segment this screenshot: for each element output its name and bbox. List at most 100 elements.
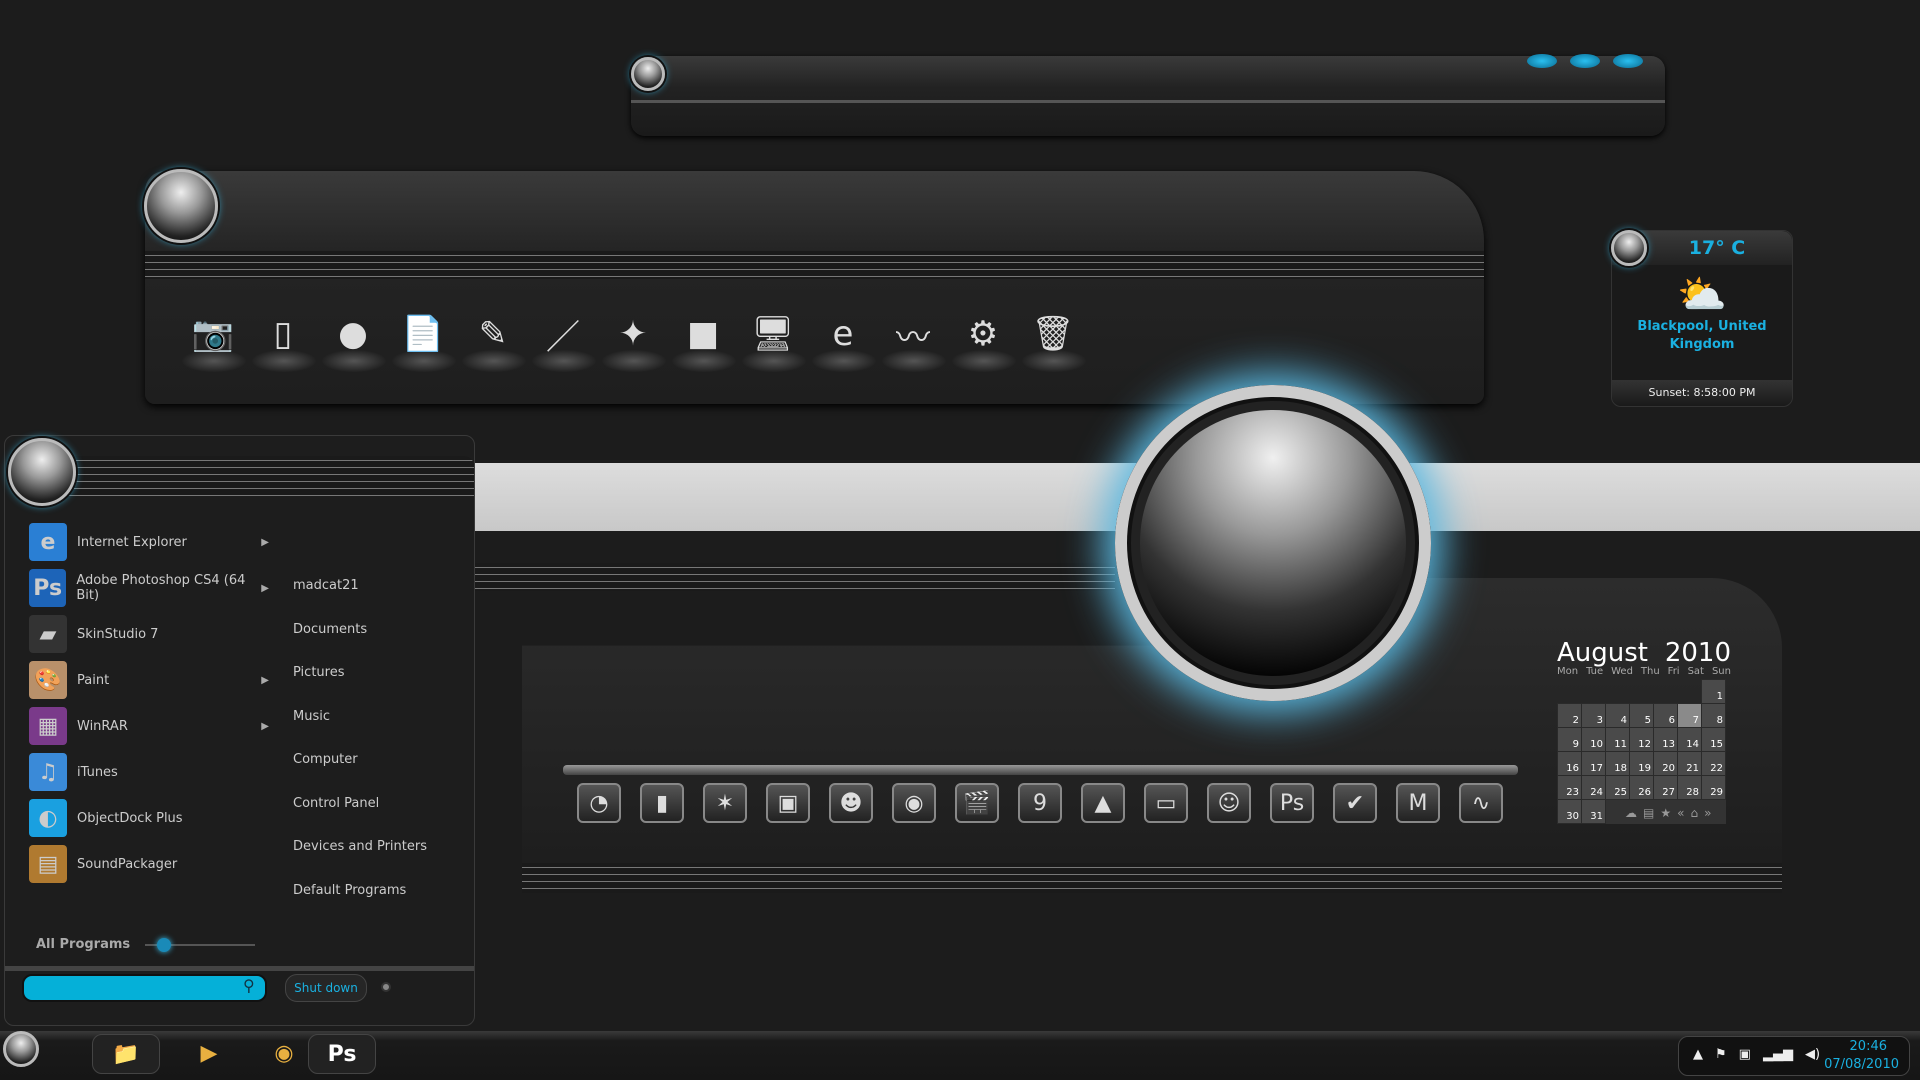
shuriken-icon[interactable]: ✦ <box>604 305 662 363</box>
notepad-icon[interactable]: 📄 <box>394 305 452 363</box>
menu-item[interactable]: ◐ ObjectDock Plus <box>29 798 269 838</box>
explorer-icon[interactable]: 📁 <box>92 1034 160 1074</box>
pin-icon[interactable] <box>1527 54 1557 68</box>
top-knob-button[interactable] <box>631 57 665 91</box>
shutdown-options-button[interactable] <box>381 982 391 992</box>
weather-knob-button[interactable] <box>1611 230 1647 266</box>
calendar-day[interactable]: 18 <box>1605 751 1630 776</box>
calendar-day[interactable]: 15 <box>1701 727 1726 752</box>
calendar-day[interactable]: 22 <box>1701 751 1726 776</box>
calendar-day[interactable]: 6 <box>1653 703 1678 728</box>
calendar-day[interactable]: 13 <box>1653 727 1678 752</box>
calendar-day[interactable]: 5 <box>1629 703 1654 728</box>
calendar-icon[interactable]: 9 <box>1018 783 1062 823</box>
chevron-right-icon[interactable]: ▶ <box>261 537 269 548</box>
calendar-day[interactable]: 16 <box>1557 751 1582 776</box>
calendar-day[interactable]: 10 <box>1581 727 1606 752</box>
dock-knob-button[interactable] <box>144 169 218 243</box>
action-center-flag-icon[interactable]: ⚑ <box>1715 1047 1727 1062</box>
photoshop-icon[interactable]: Ps <box>1270 783 1314 823</box>
menu-item[interactable]: ▰ SkinStudio 7 <box>29 614 269 654</box>
start-button[interactable] <box>3 1031 39 1067</box>
tv-icon[interactable]: ▭ <box>1144 783 1188 823</box>
chevron-right-icon[interactable]: ▶ <box>261 721 269 732</box>
calendar-day[interactable]: 25 <box>1605 775 1630 800</box>
angry-bird-icon[interactable]: ☻ <box>829 783 873 823</box>
previous-icon[interactable]: « <box>1677 806 1684 820</box>
tasks-icon[interactable]: ✔ <box>1333 783 1377 823</box>
clock-date[interactable]: 07/08/2010 <box>1824 1057 1899 1072</box>
xbox-icon[interactable]: ▯ <box>254 305 312 363</box>
calendar-day[interactable]: 17 <box>1581 751 1606 776</box>
calendar-day[interactable]: 30 <box>1557 799 1582 824</box>
calendar-day[interactable]: 19 <box>1629 751 1654 776</box>
media-orb-icon[interactable]: ● <box>324 305 382 363</box>
firefox-icon[interactable]: ◉ <box>892 783 936 823</box>
photoshop-icon[interactable]: Ps <box>308 1034 376 1074</box>
dashboard-icon[interactable]: ◔ <box>577 783 621 823</box>
search-icon[interactable]: ⚲ <box>243 976 255 995</box>
pin-icon[interactable] <box>1613 54 1643 68</box>
shutdown-button[interactable]: Shut down <box>285 974 367 1002</box>
calendar-day[interactable]: 26 <box>1629 775 1654 800</box>
camcorder-icon[interactable]: ■ <box>674 305 732 363</box>
power-icon[interactable]: ▣ <box>1739 1047 1751 1062</box>
gmail-icon[interactable]: M <box>1396 783 1440 823</box>
avast-icon[interactable]: ✶ <box>703 783 747 823</box>
camera-icon[interactable]: 📷 <box>184 305 242 363</box>
calendar-day[interactable]: 20 <box>1653 751 1678 776</box>
internet-explorer-icon[interactable]: e <box>814 305 872 363</box>
calendar-day[interactable]: 1 <box>1701 679 1726 704</box>
place-link[interactable]: madcat21 <box>293 578 359 593</box>
menu-item[interactable]: ▤ SoundPackager <box>29 844 269 884</box>
calendar-day[interactable]: 14 <box>1677 727 1702 752</box>
trash-icon[interactable]: 🗑 <box>1024 305 1082 363</box>
menu-item[interactable]: 🎨 Paint ▶ <box>29 660 269 700</box>
place-link[interactable]: Documents <box>293 622 367 637</box>
calendar-day[interactable]: 28 <box>1677 775 1702 800</box>
menu-item[interactable]: ▦ WinRAR ▶ <box>29 706 269 746</box>
calendar-day[interactable]: 23 <box>1557 775 1582 800</box>
place-link[interactable]: Control Panel <box>293 796 379 811</box>
network-signal-icon[interactable]: ▂▄▆ <box>1763 1047 1793 1062</box>
calendar-day[interactable]: 31 <box>1581 799 1606 824</box>
weather-icon[interactable]: ☁ <box>1625 806 1637 820</box>
home-icon[interactable]: ⌂ <box>1690 806 1698 820</box>
place-link[interactable]: Pictures <box>293 665 344 680</box>
menu-item[interactable]: ♫ iTunes <box>29 752 269 792</box>
volume-icon[interactable]: ◀) <box>1805 1047 1820 1062</box>
monitor-icon[interactable]: 🖥 <box>744 305 802 363</box>
place-link[interactable]: Computer <box>293 752 358 767</box>
clock-time[interactable]: 20:46 <box>1850 1039 1887 1054</box>
calendar-day[interactable]: 9 <box>1557 727 1582 752</box>
notes-icon[interactable]: ▤ <box>1643 806 1654 820</box>
gear-icon[interactable]: ⚙ <box>954 305 1012 363</box>
activity-monitor-icon[interactable]: ∿ <box>1459 783 1503 823</box>
finder-icon[interactable]: ☺ <box>1207 783 1251 823</box>
calendar-day[interactable]: 4 <box>1605 703 1630 728</box>
calendar-day[interactable]: 7 <box>1677 703 1702 728</box>
slideshow-icon[interactable]: ▣ <box>766 783 810 823</box>
place-link[interactable]: Default Programs <box>293 883 406 898</box>
pin-icon[interactable] <box>1570 54 1600 68</box>
menu-item[interactable]: e Internet Explorer ▶ <box>29 522 269 562</box>
iphone-icon[interactable]: ▮ <box>640 783 684 823</box>
calendar-day[interactable]: 2 <box>1557 703 1582 728</box>
media-player-icon[interactable]: ▶ <box>175 1034 243 1074</box>
calendar-day[interactable]: 27 <box>1653 775 1678 800</box>
calendar-day[interactable]: 8 <box>1701 703 1726 728</box>
genie-lamp-icon[interactable]: 〰 <box>884 305 942 363</box>
calendar-day[interactable]: 24 <box>1581 775 1606 800</box>
show-hidden-icons[interactable]: ▲ <box>1693 1047 1703 1062</box>
calendar-day[interactable]: 29 <box>1701 775 1726 800</box>
calendar-day[interactable]: 3 <box>1581 703 1606 728</box>
calendar-day[interactable]: 21 <box>1677 751 1702 776</box>
chevron-right-icon[interactable]: ▶ <box>261 583 269 594</box>
tools-icon[interactable]: ✎ <box>464 305 522 363</box>
favorite-icon[interactable]: ★ <box>1660 806 1671 820</box>
menu-item[interactable]: Ps Adobe Photoshop CS4 (64 Bit) ▶ <box>29 568 269 608</box>
ruler-icon[interactable]: ／ <box>534 305 592 363</box>
place-link[interactable]: Music <box>293 709 330 724</box>
calendar-day[interactable]: 12 <box>1629 727 1654 752</box>
chevron-right-icon[interactable]: ▶ <box>261 675 269 686</box>
